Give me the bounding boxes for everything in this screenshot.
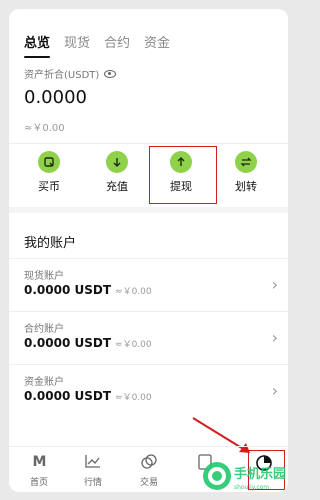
nav-label: 行情 bbox=[83, 478, 102, 488]
asset-label: 资产折合(USDT) bbox=[24, 66, 117, 81]
total-assets-approx: ≈￥0.00 bbox=[24, 123, 65, 134]
tab-spot[interactable]: 现货 bbox=[64, 32, 90, 51]
quick-actions: 买币 充值 提现 划转 bbox=[9, 144, 288, 206]
watermark-text: 手机乐园 bbox=[234, 466, 286, 482]
withdraw-button[interactable]: 提现 bbox=[151, 144, 211, 194]
buy-coin-button[interactable]: 买币 bbox=[19, 144, 79, 194]
withdraw-label: 提现 bbox=[170, 180, 192, 193]
nav-label: 交易 bbox=[139, 478, 158, 488]
nav-home[interactable]: M 首页 bbox=[11, 447, 67, 488]
account-balance: 0.0000 USDT bbox=[24, 336, 112, 350]
chevron-right-icon: › bbox=[271, 381, 278, 400]
account-balance: 0.0000 USDT bbox=[24, 283, 112, 297]
watermark: 手机乐园 shoujiy.com bbox=[201, 456, 293, 494]
account-amount: 0.0000 USDT ≈￥0.00 bbox=[24, 389, 152, 403]
transfer-button[interactable]: 划转 bbox=[216, 144, 276, 194]
account-approx: ≈￥0.00 bbox=[115, 340, 152, 350]
funds-account-row[interactable]: 资金账户 0.0000 USDT ≈￥0.00 › bbox=[9, 365, 288, 417]
chart-icon bbox=[65, 454, 121, 474]
contract-account-row[interactable]: 合约账户 0.0000 USDT ≈￥0.00 › bbox=[9, 312, 288, 364]
account-amount: 0.0000 USDT ≈￥0.00 bbox=[24, 283, 152, 297]
deposit-button[interactable]: 充值 bbox=[87, 144, 147, 194]
buy-coin-label: 买币 bbox=[38, 180, 60, 193]
account-amount: 0.0000 USDT ≈￥0.00 bbox=[24, 336, 152, 350]
top-tabs: 总览 现货 合约 资金 bbox=[24, 29, 170, 58]
asset-label-text: 资产折合(USDT) bbox=[24, 70, 100, 81]
account-approx: ≈￥0.00 bbox=[115, 287, 152, 297]
chevron-right-icon: › bbox=[271, 275, 278, 294]
nav-trade[interactable]: 交易 bbox=[121, 447, 177, 488]
spot-account-row[interactable]: 现货账户 0.0000 USDT ≈￥0.00 › bbox=[9, 259, 288, 311]
arrow-up-icon bbox=[170, 151, 192, 173]
account-name: 合约账户 bbox=[24, 324, 64, 335]
chevron-right-icon: › bbox=[271, 328, 278, 347]
nav-label: 首页 bbox=[29, 478, 48, 488]
tab-overview[interactable]: 总览 bbox=[24, 32, 51, 58]
receipt-icon bbox=[38, 151, 60, 173]
swap-icon bbox=[235, 151, 257, 173]
transfer-label: 划转 bbox=[235, 180, 257, 193]
deposit-label: 充值 bbox=[106, 180, 128, 193]
tab-contract[interactable]: 合约 bbox=[104, 32, 130, 51]
app-screen: 总览 现货 合约 资金 资产折合(USDT) 0.0000 ≈￥0.00 买币 … bbox=[9, 9, 288, 492]
watermark-domain: shoujiy.com bbox=[234, 484, 269, 491]
section-gap bbox=[9, 207, 288, 213]
account-approx: ≈￥0.00 bbox=[115, 393, 152, 403]
trade-icon bbox=[121, 454, 177, 474]
total-assets: 0.0000 bbox=[24, 87, 87, 108]
arrow-down-icon bbox=[106, 151, 128, 173]
watermark-logo-icon: 手机乐园 shoujiy.com bbox=[203, 462, 286, 491]
nav-market[interactable]: 行情 bbox=[65, 447, 121, 488]
account-name: 资金账户 bbox=[24, 377, 64, 388]
eye-icon[interactable] bbox=[104, 69, 117, 78]
my-accounts-title: 我的账户 bbox=[24, 236, 77, 251]
account-name: 现货账户 bbox=[24, 271, 64, 282]
tab-funds[interactable]: 资金 bbox=[144, 32, 170, 51]
m-logo-icon: M bbox=[32, 454, 47, 470]
account-balance: 0.0000 USDT bbox=[24, 389, 112, 403]
